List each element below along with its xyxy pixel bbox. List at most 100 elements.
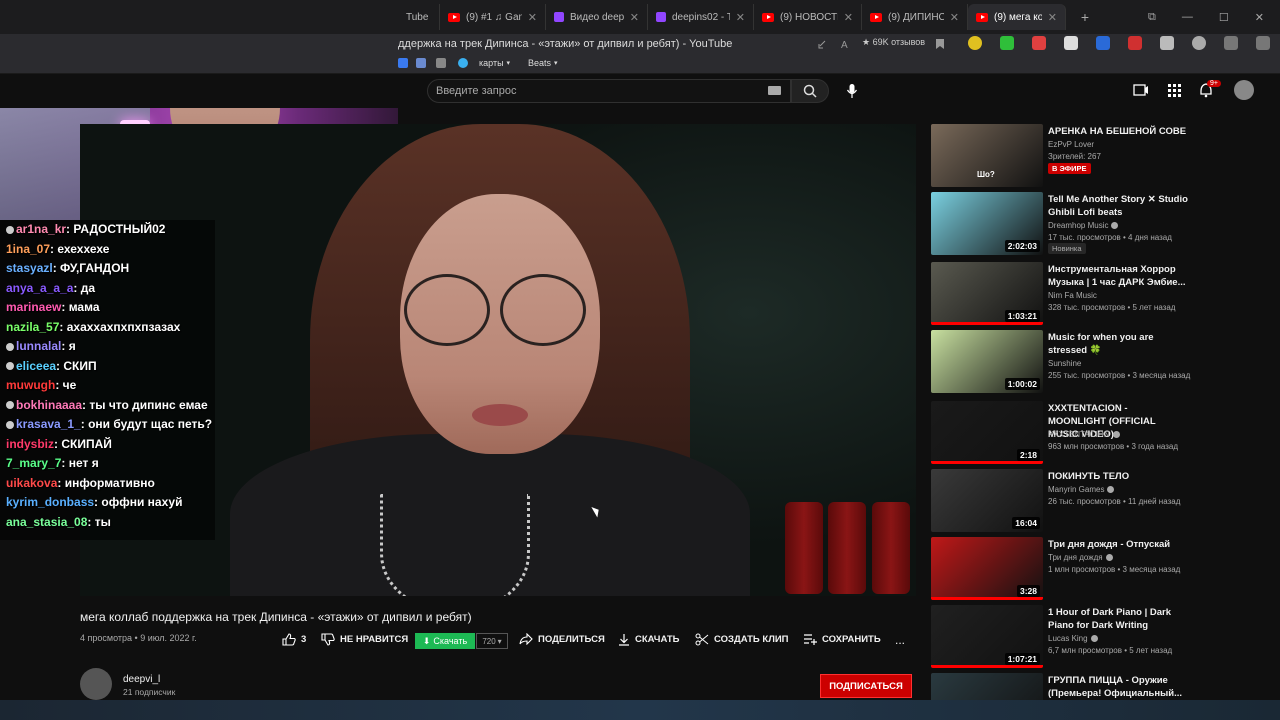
puzzle-icon[interactable]	[1224, 36, 1238, 50]
window-close-button[interactable]: ✕	[1255, 11, 1264, 24]
apps-grid-icon[interactable]	[1166, 82, 1182, 98]
tab-6[interactable]: (9) мега коллаб ✕	[968, 4, 1066, 30]
dislike-button[interactable]: НЕ НРАВИТСЯ	[321, 633, 408, 646]
create-clip-button[interactable]: СОЗДАТЬ КЛИП	[695, 633, 789, 646]
channel-name: XXXTENTACION	[1048, 430, 1110, 439]
tab-0[interactable]: Tube	[398, 4, 440, 30]
channel-avatar[interactable]	[80, 668, 112, 700]
extension-icon[interactable]	[1128, 36, 1142, 50]
bookmark-item-maps[interactable]: карты ▾	[458, 58, 510, 68]
translate-icon[interactable]: A	[840, 38, 852, 50]
link-icon[interactable]	[817, 38, 829, 50]
extension-icon[interactable]	[1160, 36, 1174, 50]
tab-close-icon[interactable]: ✕	[844, 11, 853, 24]
video-thumbnail[interactable]: 1:00:02	[931, 330, 1043, 393]
keyboard-icon[interactable]	[768, 86, 781, 95]
video-thumbnail[interactable]: Шо?	[931, 124, 1043, 187]
recommended-video[interactable]: Шо? АРЕНКА НА БЕШЕНОЙ СОВЕ EzPvP Lover Зрит…	[931, 124, 1271, 188]
tab-close-icon[interactable]: ✕	[1048, 11, 1057, 24]
chat-text: ахаххахпхпхпзазах	[66, 319, 181, 334]
like-button[interactable]: 3	[282, 633, 306, 646]
bookmark-item[interactable]	[416, 58, 426, 68]
download-extension-button[interactable]: ⬇ Скачать	[415, 633, 475, 649]
recommended-channel[interactable]: Manyrin Games	[1048, 485, 1115, 494]
video-thumbnail[interactable]: 1:03:21	[931, 262, 1043, 325]
tab-close-icon[interactable]: ✕	[950, 11, 959, 24]
recommended-video-title[interactable]: АРЕНКА НА БЕШЕНОЙ СОВЕ	[1048, 125, 1188, 138]
window-minimize-button[interactable]: —	[1182, 11, 1193, 24]
recommended-channel[interactable]: XXXTENTACION	[1048, 430, 1120, 439]
verified-icon	[1090, 635, 1098, 643]
recommended-channel[interactable]: Nim Fa Music	[1048, 291, 1097, 300]
reviews-count[interactable]: ★ 69K отзывов	[862, 37, 925, 48]
profile-icon[interactable]	[1256, 36, 1270, 50]
bookmark-icon[interactable]	[935, 38, 945, 50]
tab-3[interactable]: deepins02 - Tw ✕	[648, 4, 754, 30]
recommended-video[interactable]: 16:04 ПОКИНУТЬ ТЕЛО Manyrin Games 26 тыс. п…	[931, 469, 1271, 533]
recommended-video[interactable]: 2:18 XXXTENTACION - MOONLIGHT (OFFICIAL M…	[931, 401, 1271, 465]
vk-icon[interactable]	[1096, 36, 1110, 50]
search-button[interactable]	[791, 79, 829, 103]
recommended-video-title[interactable]: Music for when you are stressed 🍀	[1048, 331, 1188, 357]
extension-icon[interactable]	[1064, 36, 1078, 50]
recommended-channel[interactable]: Три дня дождя	[1048, 553, 1113, 562]
recommended-channel[interactable]: Dreamhop Music	[1048, 221, 1119, 230]
video-thumbnail[interactable]: 3:28	[931, 537, 1043, 600]
tab-2[interactable]: Видео deepin ✕	[546, 4, 648, 30]
recommended-video[interactable]: 1:03:21 Инструментальная Хоррор Музыка | …	[931, 262, 1271, 326]
tab-5[interactable]: (9) ДИПИНС ЖЕ ✕	[862, 4, 968, 30]
channel-name[interactable]: deepvi_l	[123, 674, 160, 685]
recommended-video-title[interactable]: ГРУППА ПИЦЦА - Оружие (Премьера! Официал…	[1048, 674, 1188, 700]
recommended-video[interactable]: 1:00:02 Music for when you are stressed 🍀…	[931, 330, 1271, 394]
subscribe-button[interactable]: ПОДПИСАТЬСЯ	[820, 674, 912, 698]
recommended-video-title[interactable]: ПОКИНУТЬ ТЕЛО	[1048, 470, 1188, 483]
recommended-video-title[interactable]: 1 Hour of Dark Piano | Dark Piano for Da…	[1048, 606, 1188, 632]
browser-tab-bar: Tube(9) #1 ♫ Gam✕Видео deepin✕deepins02 …	[0, 0, 1280, 34]
bookmark-item[interactable]	[436, 58, 446, 68]
video-thumbnail[interactable]: 2:02:03	[931, 192, 1043, 255]
bookmark-item-beats[interactable]: Beats ▾	[528, 58, 558, 68]
more-actions-icon[interactable]: ...	[895, 633, 905, 647]
video-thumbnail[interactable]: 16:04	[931, 469, 1043, 532]
share-button[interactable]: ПОДЕЛИТЬСЯ	[519, 633, 605, 645]
download-button[interactable]: СКАЧАТЬ	[618, 633, 680, 646]
voice-search-button[interactable]	[840, 79, 864, 103]
recommended-channel[interactable]: EzPvP Lover	[1048, 140, 1094, 149]
recommended-meta: 1 млн просмотров • 3 месяца назад	[1048, 565, 1181, 574]
save-button[interactable]: СОХРАНИТЬ	[803, 633, 881, 645]
download-extension-icon[interactable]	[1000, 36, 1014, 50]
recommended-channel[interactable]: Sunshine	[1048, 359, 1081, 368]
tab-close-icon[interactable]: ✕	[528, 11, 537, 24]
video-thumbnail[interactable]: 1:07:21	[931, 605, 1043, 668]
recommended-video[interactable]: 2:02:03 Tell Me Another Story ✕ Studio Gh…	[931, 192, 1271, 256]
recommended-video[interactable]: 1:07:21 1 Hour of Dark Piano | Dark Piano…	[931, 605, 1271, 669]
extension-icon[interactable]	[1032, 36, 1046, 50]
chat-username: marinaew	[6, 300, 62, 314]
tab-close-icon[interactable]: ✕	[630, 11, 639, 24]
quality-select[interactable]: 720 ▾	[476, 633, 508, 649]
recommended-channel[interactable]: Lucas King	[1048, 634, 1098, 643]
verified-icon	[1105, 554, 1113, 562]
recommended-video-title[interactable]: Три дня дождя - Отпускай	[1048, 538, 1188, 551]
user-avatar[interactable]	[1234, 80, 1254, 100]
create-video-icon[interactable]	[1133, 82, 1149, 98]
recommended-video-title[interactable]: Tell Me Another Story ✕ Studio Ghibli Lo…	[1048, 193, 1188, 219]
extension-icon[interactable]	[968, 36, 982, 50]
channel-subscribers: 21 подписчик	[123, 687, 176, 697]
tab-search-icon[interactable]: ⧉	[1148, 11, 1156, 24]
recommended-video[interactable]: 3:28 Три дня дождя - Отпускай Три дня дожд…	[931, 537, 1271, 601]
video-thumbnail[interactable]: 2:18	[931, 401, 1043, 464]
tab-close-icon[interactable]: ✕	[736, 11, 745, 24]
address-bar[interactable]: ддержка на трек Дипинса - «этажи» от дип…	[0, 34, 1280, 54]
tab-1[interactable]: (9) #1 ♫ Gam ✕	[440, 4, 546, 30]
tab-4[interactable]: (9) НОВОСТИ ДЛЯ ✕	[754, 4, 862, 30]
bookmark-item[interactable]	[398, 58, 408, 68]
chat-message: ana_stasia_08: ты	[6, 515, 111, 529]
new-tab-button[interactable]: +	[1074, 6, 1096, 28]
recommended-video-title[interactable]: Инструментальная Хоррор Музыка | 1 час Д…	[1048, 263, 1188, 289]
globe-icon[interactable]	[1192, 36, 1206, 50]
svg-text:A: A	[841, 40, 848, 50]
verified-icon	[1111, 222, 1119, 230]
window-maximize-button[interactable]: ☐	[1219, 11, 1229, 24]
search-input[interactable]: Введите запрос	[427, 79, 791, 103]
